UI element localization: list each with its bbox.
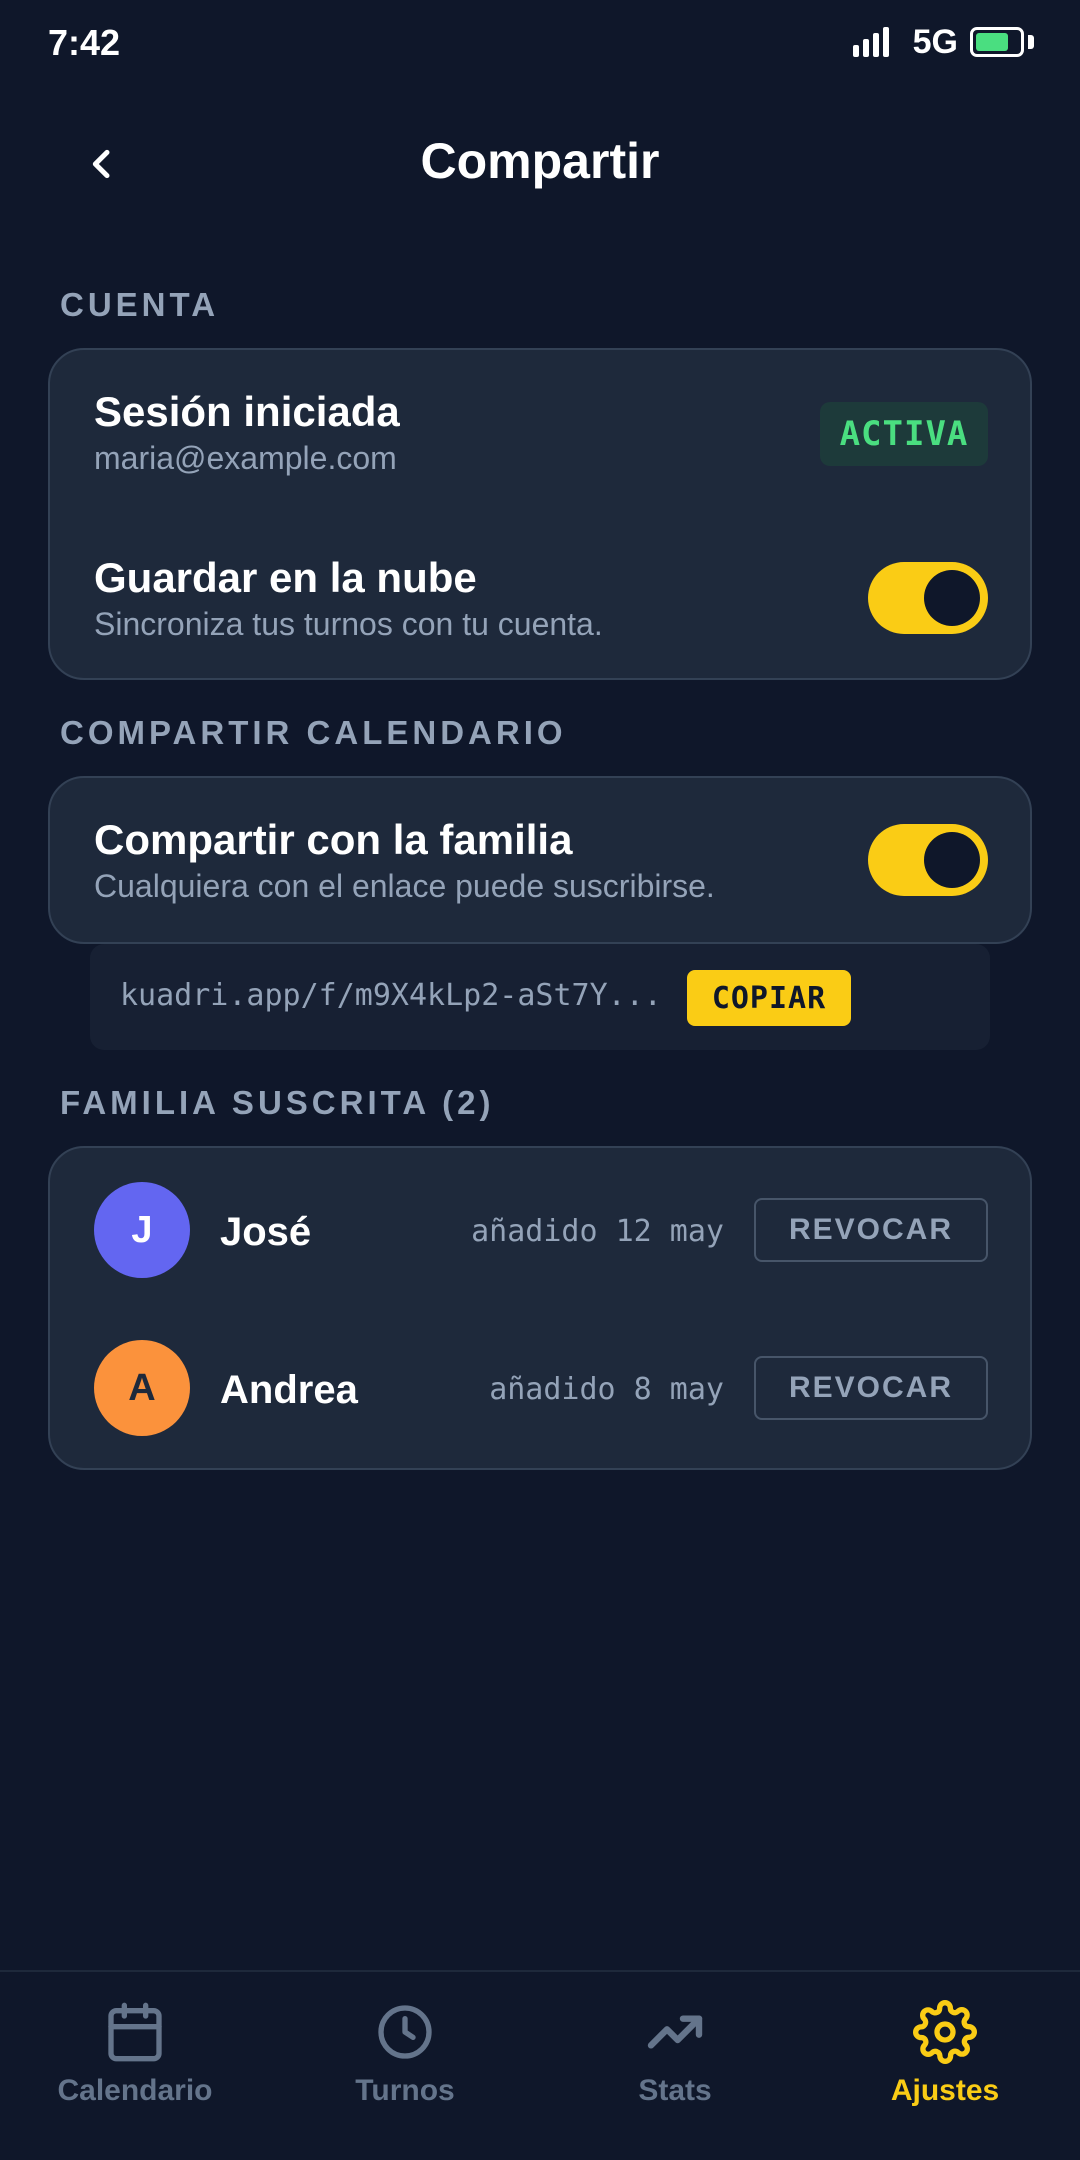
nav-label: Turnos	[355, 2074, 455, 2107]
cloud-sync-toggle[interactable]	[868, 562, 988, 634]
status-bar: 7:42 5G	[0, 0, 1080, 84]
session-title: Sesión iniciada	[94, 388, 400, 435]
nav-label: Ajustes	[890, 2074, 1000, 2107]
status-badge: ACTIVA	[820, 402, 988, 466]
section-label-family: FAMILIA SUSCRITA (2)	[60, 1084, 495, 1121]
share-link-box: kuadri.app/f/m9X4kLp2-aSt7Y... COPIAR	[90, 944, 990, 1050]
section-label-account: CUENTA	[60, 286, 220, 323]
family-share-title: Compartir con la familia	[94, 816, 573, 863]
cloud-title: Guardar en la nube	[94, 554, 477, 601]
avatar: J	[94, 1182, 190, 1278]
toggle-knob	[924, 832, 980, 888]
revoke-button[interactable]: REVOCAR	[754, 1198, 988, 1262]
member-added-date: añadido 12 may	[471, 1214, 724, 1249]
battery-icon	[970, 27, 1024, 57]
nav-label: Stats	[638, 2074, 712, 2107]
nav-item-turnos[interactable]: Turnos	[270, 2000, 540, 2140]
gear-icon	[913, 2000, 977, 2064]
network-type: 5G	[912, 22, 958, 61]
revoke-button[interactable]: REVOCAR	[754, 1356, 988, 1420]
signal-icon	[852, 27, 889, 57]
clock-icon	[378, 2005, 432, 2059]
member-added-date: añadido 8 may	[489, 1372, 724, 1407]
account-email: maria@example.com	[94, 440, 397, 476]
status-icons: 5G	[852, 22, 1034, 61]
nav-item-ajustes[interactable]: Ajustes	[810, 2000, 1080, 2140]
header: Compartir	[0, 110, 1080, 210]
section-label-share: COMPARTIR CALENDARIO	[60, 714, 567, 751]
toggle-knob	[924, 570, 980, 626]
copy-link-button[interactable]: COPIAR	[687, 970, 851, 1026]
family-share-toggle[interactable]	[868, 824, 988, 896]
nav-item-calendario[interactable]: Calendario	[0, 2000, 270, 2140]
avatar: A	[94, 1340, 190, 1436]
bottom-nav: Calendario Turnos Stats Ajustes	[0, 1970, 1080, 2160]
calendar-icon	[108, 2002, 162, 2062]
family-share-subtitle: Cualquiera con el enlace puede suscribir…	[94, 868, 715, 904]
nav-item-stats[interactable]: Stats	[540, 2000, 810, 2140]
status-time: 7:42	[48, 22, 121, 63]
family-card: J José añadido 12 may REVOCAR A Andrea a…	[48, 1146, 1032, 1470]
page-title: Compartir	[420, 133, 660, 189]
share-link[interactable]: kuadri.app/f/m9X4kLp2-aSt7Y...	[120, 978, 662, 1013]
share-card: Compartir con la familia Cualquiera con …	[48, 776, 1032, 944]
battery-tip	[1028, 35, 1034, 49]
nav-label: Calendario	[57, 2074, 213, 2107]
member-name: José	[220, 1210, 312, 1254]
member-name: Andrea	[220, 1368, 358, 1412]
trending-up-icon	[647, 2015, 703, 2049]
account-card: Sesión iniciada maria@example.com ACTIVA…	[48, 348, 1032, 680]
cloud-subtitle: Sincroniza tus turnos con tu cuenta.	[94, 606, 603, 642]
